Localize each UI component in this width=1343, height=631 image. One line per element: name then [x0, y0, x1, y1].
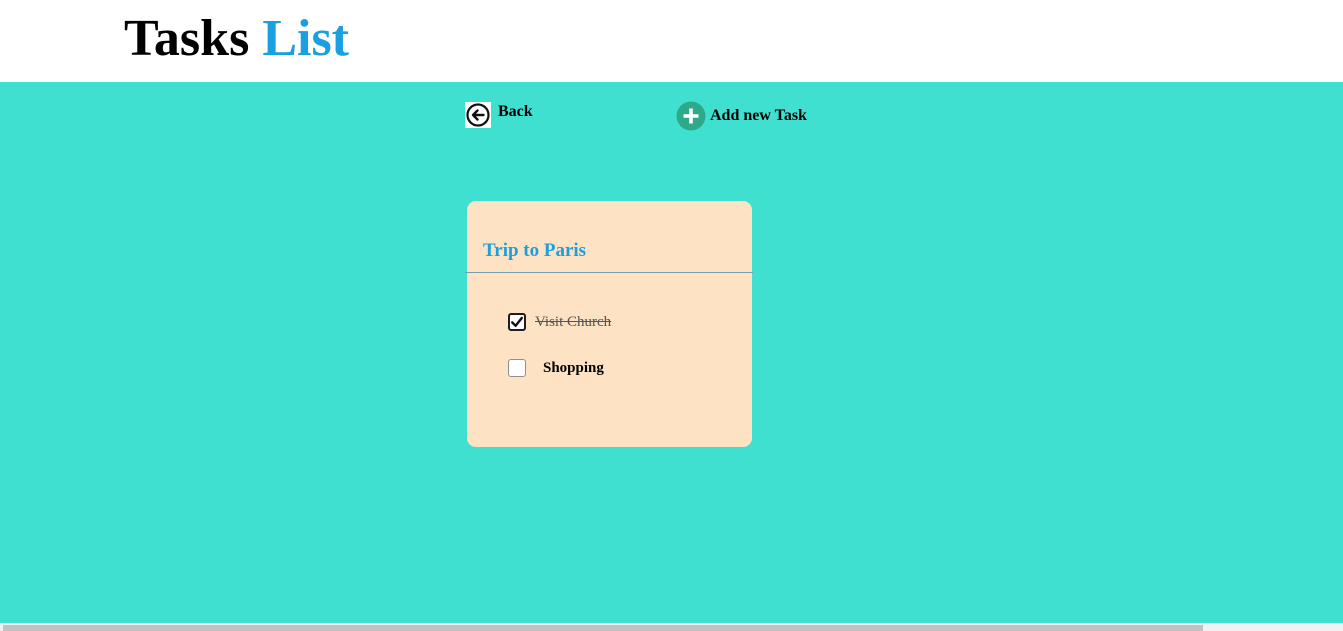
main-area: Back Add new Task Trip to Paris Visit Ch… [0, 82, 1343, 623]
back-label: Back [498, 103, 533, 120]
header: Tasks List [0, 0, 1343, 82]
task-checkbox-unchecked[interactable] [508, 359, 526, 377]
app-title: Tasks List [124, 6, 349, 72]
task-item-shopping[interactable]: Shopping [508, 359, 604, 377]
horizontal-scrollbar-thumb[interactable] [3, 625, 1203, 631]
app-title-word-tasks: Tasks [124, 10, 250, 67]
card-title: Trip to Paris [483, 240, 587, 261]
add-new-task-label: Add new Task [710, 107, 807, 124]
add-new-task-button[interactable]: Add new Task [676, 101, 807, 131]
app-title-word-list: List [262, 10, 349, 67]
arrow-left-circle-icon [465, 102, 491, 128]
task-item-visit-church[interactable]: Visit Church [508, 313, 611, 331]
page: Tasks List Back Add new Task Trip to Par… [0, 0, 1343, 631]
plus-circle-icon [676, 101, 706, 131]
card-divider [465, 272, 753, 273]
horizontal-scrollbar[interactable] [0, 623, 1343, 631]
check-icon [511, 316, 523, 327]
task-label: Visit Church [535, 313, 612, 330]
task-list-card: Trip to Paris Visit Church Shopping [465, 201, 753, 447]
task-label: Shopping [543, 359, 604, 376]
task-checkbox-checked[interactable] [508, 313, 526, 331]
back-button[interactable]: Back [465, 102, 533, 128]
